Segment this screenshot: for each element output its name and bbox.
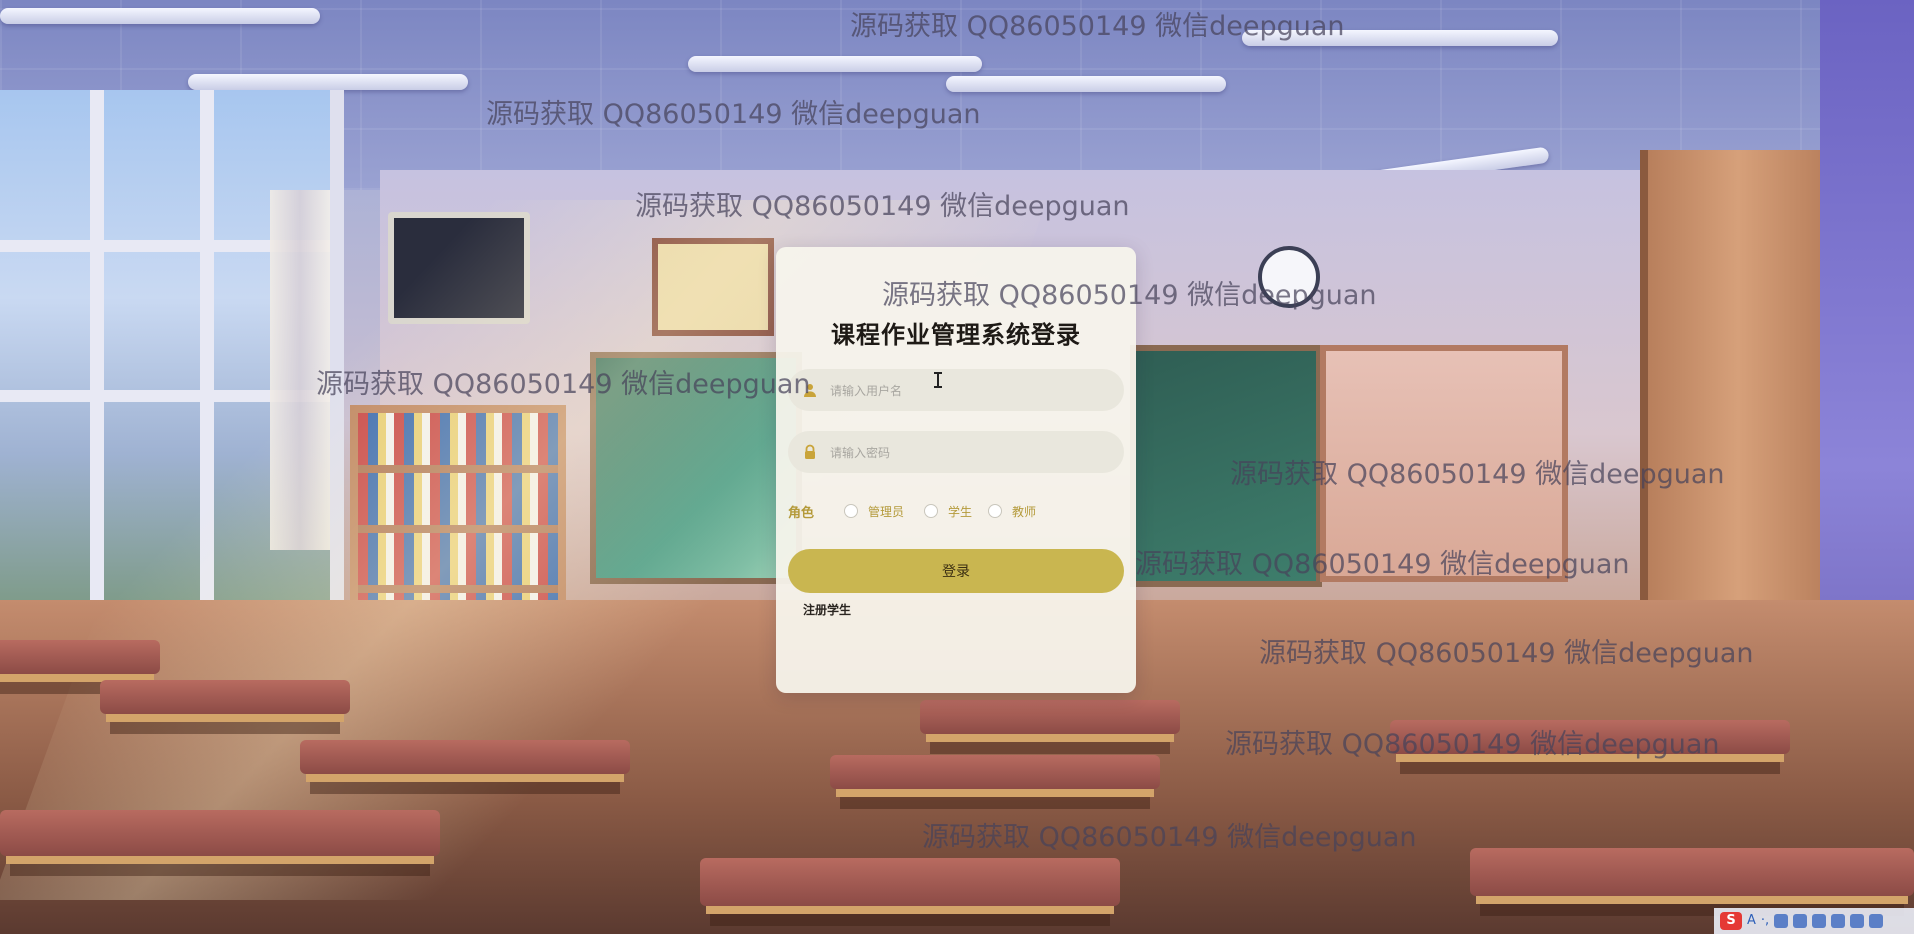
login-card: 课程作业管理系统登录 角色 管理员 学生 <box>776 247 1136 693</box>
password-input[interactable] <box>828 431 1112 475</box>
system-tray: S A ·, <box>1714 908 1914 934</box>
user-icon <box>804 384 816 397</box>
desk <box>300 740 630 774</box>
desk <box>830 755 1160 789</box>
keyboard-icon[interactable] <box>1812 914 1827 928</box>
text-cursor-icon <box>934 372 942 388</box>
role-option-student[interactable]: 学生 <box>924 500 972 522</box>
wall-clock <box>1258 246 1320 308</box>
desk <box>700 858 1120 906</box>
username-field[interactable] <box>788 369 1124 413</box>
role-option-label: 学生 <box>948 504 973 519</box>
role-radio-student[interactable] <box>924 504 938 518</box>
login-button[interactable]: 登录 <box>788 549 1124 593</box>
user-icon[interactable] <box>1831 914 1846 928</box>
ceiling-lamp <box>188 74 468 90</box>
desk <box>1470 848 1914 896</box>
toolbox-icon[interactable] <box>1869 914 1884 928</box>
desk <box>100 680 350 714</box>
ceiling-lamp <box>0 8 320 24</box>
ceiling-lamp <box>946 76 1226 92</box>
ime-logo-icon[interactable]: S <box>1720 912 1742 930</box>
login-title: 课程作业管理系统登录 <box>831 321 1081 349</box>
role-option-admin[interactable]: 管理员 <box>844 500 904 522</box>
chalkboard-right <box>1130 345 1322 587</box>
skin-icon[interactable] <box>1850 914 1865 928</box>
role-option-label: 管理员 <box>868 504 905 519</box>
desk <box>1390 720 1790 754</box>
role-radio-admin[interactable] <box>844 504 858 518</box>
register-student-link[interactable]: 注册学生 <box>803 601 851 618</box>
password-field[interactable] <box>788 431 1124 475</box>
microphone-icon[interactable] <box>1793 914 1808 928</box>
ceiling-lamp <box>1242 30 1558 46</box>
ime-mode-indicator[interactable]: A <box>1747 912 1756 930</box>
login-page: 源码获取 QQ86050149 微信deepguan 源码获取 QQ860501… <box>0 0 1914 934</box>
ceiling-lamp <box>688 56 982 72</box>
lock-icon <box>805 444 815 459</box>
desk <box>920 700 1180 734</box>
role-label: 角色 <box>788 506 815 521</box>
desk <box>0 810 440 856</box>
role-selector: 角色 管理员 学生 教师 <box>788 500 1124 522</box>
emoji-icon[interactable] <box>1774 914 1789 928</box>
role-radio-teacher[interactable] <box>988 504 1002 518</box>
role-option-label: 教师 <box>1012 504 1037 519</box>
ime-punct-indicator[interactable]: ·, <box>1761 912 1769 930</box>
role-option-teacher[interactable]: 教师 <box>988 500 1036 522</box>
desk <box>0 640 160 674</box>
notice-board <box>1320 345 1568 582</box>
username-input[interactable] <box>828 369 1112 413</box>
